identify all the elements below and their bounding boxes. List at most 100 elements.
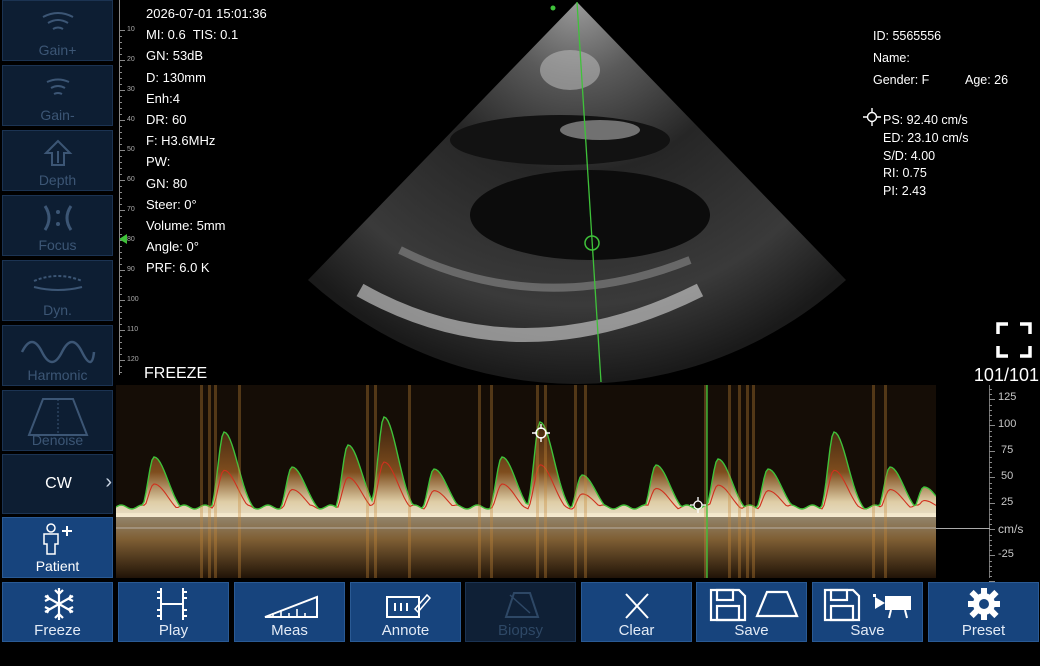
biopsy-button[interactable]: Biopsy bbox=[465, 582, 576, 642]
velocity-tick bbox=[989, 545, 992, 546]
save-video-button[interactable]: Save bbox=[812, 582, 923, 642]
baseline-extension bbox=[936, 528, 990, 529]
velocity-tick bbox=[989, 415, 992, 416]
velocity-tick bbox=[989, 399, 995, 401]
sd-value: S/D: 4.00 bbox=[883, 149, 936, 163]
save-image-button[interactable]: Save bbox=[696, 582, 807, 642]
velocity-tick bbox=[989, 508, 992, 510]
biopsy-icon bbox=[504, 592, 540, 618]
velocity-tick bbox=[989, 519, 992, 520]
spectral-artifact-streak bbox=[752, 385, 755, 578]
vel-tick-label: 25 bbox=[1001, 496, 1014, 508]
velocity-tick bbox=[989, 482, 992, 484]
ri-value: RI: 0.75 bbox=[883, 166, 927, 180]
chevron-right-icon: › bbox=[105, 471, 112, 493]
denoise-button[interactable]: Denoise bbox=[2, 390, 113, 451]
freeze-status: FREEZE bbox=[144, 365, 208, 382]
velocity-tick bbox=[989, 493, 992, 494]
spectral-artifact-streak bbox=[746, 385, 749, 578]
velocity-tick bbox=[989, 503, 995, 505]
velocity-tick bbox=[989, 461, 992, 463]
clear-x-icon bbox=[625, 593, 649, 619]
save-image-label: Save bbox=[734, 622, 769, 639]
annote-button[interactable]: Annote bbox=[350, 582, 461, 642]
velocity-tick bbox=[989, 529, 995, 531]
doppler-spectrum bbox=[116, 385, 936, 578]
velocity-tick bbox=[989, 430, 992, 432]
freeze-label: Freeze bbox=[34, 622, 81, 639]
velocity-tick bbox=[989, 467, 992, 468]
patient-gender: Gender: F bbox=[873, 73, 930, 87]
spectral-artifact-streak bbox=[374, 385, 377, 578]
meas-button[interactable]: Meas bbox=[234, 582, 345, 642]
patient-label: Patient bbox=[35, 558, 80, 574]
preset-label: Preset bbox=[961, 622, 1006, 639]
vel-tick-label: 100 bbox=[998, 418, 1017, 430]
velocity-tick bbox=[989, 435, 992, 437]
spectral-artifact-streak bbox=[408, 385, 411, 578]
spectral-artifact-streak bbox=[872, 385, 875, 578]
vel-tick-label: 75 bbox=[1001, 444, 1014, 456]
freeze-button[interactable]: Freeze bbox=[2, 582, 113, 642]
velocity-tick bbox=[989, 524, 992, 526]
save-video-icon bbox=[823, 588, 911, 622]
velocity-tick bbox=[989, 472, 992, 474]
velocity-tick bbox=[989, 420, 992, 422]
patient-name: Name: bbox=[873, 51, 910, 65]
meas-label: Meas bbox=[271, 622, 308, 639]
orientation-marker-icon bbox=[550, 5, 556, 11]
save-video-label: Save bbox=[850, 622, 885, 639]
velocity-tick bbox=[989, 389, 992, 390]
pi-value: PI: 2.43 bbox=[883, 184, 927, 198]
velocity-tick bbox=[989, 539, 992, 541]
spectral-artifact-streak bbox=[544, 385, 547, 578]
cw-label: CW bbox=[45, 475, 72, 492]
velocity-tick bbox=[989, 550, 992, 552]
velocity-tick bbox=[989, 513, 992, 515]
play-label: Play bbox=[158, 622, 189, 639]
frame-counter: 101/101 bbox=[973, 365, 1039, 385]
save-image-icon bbox=[709, 588, 799, 622]
velocity-tick bbox=[989, 560, 992, 562]
patient-button[interactable]: Patient bbox=[2, 517, 113, 578]
spectral-artifact-streak bbox=[478, 385, 481, 578]
biopsy-label: Biopsy bbox=[497, 622, 544, 639]
vel-tick-label: -25 bbox=[998, 548, 1014, 560]
clear-label: Clear bbox=[618, 622, 655, 639]
velocity-tick bbox=[989, 456, 992, 458]
spectral-artifact-streak bbox=[728, 385, 731, 578]
spectral-artifact-streak bbox=[536, 385, 539, 578]
velocity-tick bbox=[989, 451, 995, 453]
clear-button[interactable]: Clear bbox=[581, 582, 692, 642]
patient-age: Age: 26 bbox=[965, 73, 1009, 87]
velocity-tick bbox=[989, 576, 992, 578]
patient-icon bbox=[43, 523, 72, 555]
cine-film-icon bbox=[157, 588, 187, 620]
velocity-tick bbox=[989, 498, 992, 500]
snowflake-icon bbox=[44, 588, 74, 620]
velocity-tick bbox=[989, 441, 992, 442]
vel-tick-label: 50 bbox=[1001, 470, 1014, 482]
velocity-scale: 125 100 75 50 25 cm/s -25 bbox=[989, 385, 1039, 583]
ed-value: ED: 23.10 cm/s bbox=[883, 131, 969, 145]
preset-button[interactable]: Preset bbox=[928, 582, 1039, 642]
denoise-label: Denoise bbox=[31, 432, 84, 448]
spectral-artifact-streak bbox=[214, 385, 217, 578]
velocity-tick bbox=[989, 409, 992, 411]
spectral-artifact-streak bbox=[208, 385, 211, 578]
play-button[interactable]: Play bbox=[118, 582, 229, 642]
velocity-tick bbox=[989, 404, 992, 406]
cw-mode-button[interactable]: CW › bbox=[2, 454, 113, 514]
velocity-tick bbox=[989, 565, 992, 567]
gear-icon bbox=[968, 588, 1000, 620]
spectral-artifact-streak bbox=[238, 385, 241, 578]
spectral-artifact-streak bbox=[584, 385, 587, 578]
crosshair-icon bbox=[863, 108, 881, 126]
fullscreen-icon[interactable] bbox=[996, 322, 1032, 358]
denoise-icon bbox=[27, 398, 88, 436]
vel-tick-label: 125 bbox=[998, 391, 1017, 403]
annotate-icon bbox=[386, 593, 431, 618]
velocity-tick bbox=[989, 555, 995, 557]
annote-label: Annote bbox=[381, 622, 430, 639]
velocity-tick bbox=[989, 446, 992, 448]
